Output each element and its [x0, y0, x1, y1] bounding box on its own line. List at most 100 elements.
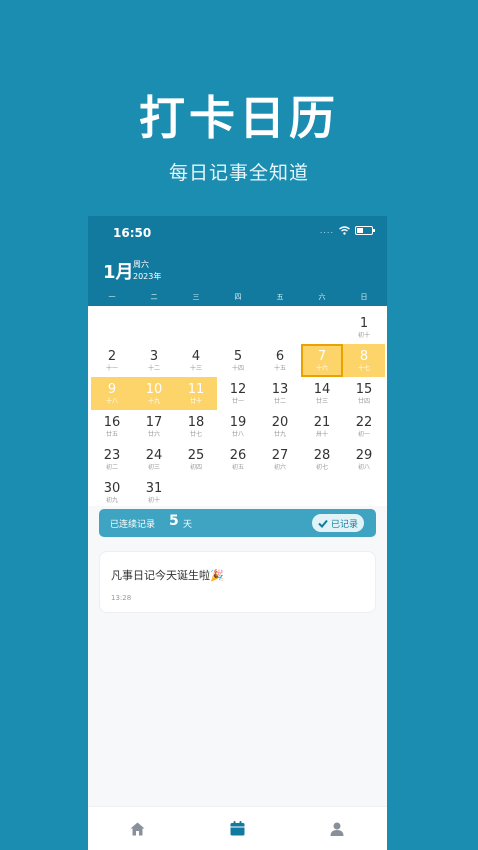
year-label: 2023年 [133, 272, 162, 281]
calendar-day-9[interactable]: 9 十八 [91, 377, 133, 410]
battery-icon [355, 226, 375, 235]
weekday-tue: 二 [150, 293, 158, 301]
day-number: 21 [313, 414, 331, 430]
calendar-day-19[interactable]: 19 廿八 [217, 410, 259, 443]
calendar-day-7[interactable]: 7 十六 [301, 344, 343, 377]
user-icon [330, 822, 344, 836]
calendar-day-26[interactable]: 26 初五 [217, 443, 259, 476]
month-label[interactable]: 1月 [103, 258, 134, 284]
calendar-day-2[interactable]: 2 十一 [91, 344, 133, 377]
lunar-date: 十一 [105, 364, 118, 372]
lunar-date: 十七 [357, 364, 370, 372]
day-number: 28 [313, 447, 331, 463]
lunar-date: 十三 [189, 364, 202, 372]
calendar-day-1[interactable]: 1 初十 [343, 311, 385, 344]
day-number: 7 [317, 348, 327, 364]
day-number: 8 [359, 348, 369, 364]
lunar-date: 初十 [147, 496, 160, 504]
check-icon [318, 519, 328, 528]
recorded-label: 已记录 [330, 519, 358, 530]
calendar-day-4[interactable]: 4 十三 [175, 344, 217, 377]
calendar-day-20[interactable]: 20 廿九 [259, 410, 301, 443]
lunar-date: 十五 [273, 364, 286, 372]
calendar-day-28[interactable]: 28 初七 [301, 443, 343, 476]
calendar-day-16[interactable]: 16 廿五 [91, 410, 133, 443]
calendar-day-31[interactable]: 31 初十 [133, 476, 175, 509]
calendar-day-24[interactable]: 24 初三 [133, 443, 175, 476]
calendar-day-10[interactable]: 10 十九 [133, 377, 175, 410]
day-number: 14 [313, 381, 331, 397]
entry-time: 13:28 [111, 594, 132, 602]
day-number: 16 [103, 414, 121, 430]
lunar-date: 廿七 [189, 430, 202, 438]
calendar-grid-panel: 1 初十 2 十一 3 十二 4 十三 5 十四 6 十五 7 十六 8 十七 9 十八 10 十九 11 廿十 12 廿一 1… [88, 306, 387, 506]
lunar-date: 初三 [147, 463, 160, 471]
day-number: 10 [145, 381, 163, 397]
lunar-date: 卅十 [315, 430, 328, 438]
calendar-day-22[interactable]: 22 初一 [343, 410, 385, 443]
calendar-day-3[interactable]: 3 十二 [133, 344, 175, 377]
weekday-label: 周六 [133, 260, 149, 269]
wifi-icon [339, 226, 350, 235]
calendar-header: 16:50 .... 1月 周六 2023年 一 二 三 四 五 六 日 [88, 216, 387, 306]
diary-entry-card[interactable]: 凡事日记今天诞生啦🎉 13:28 [99, 551, 376, 613]
day-number: 26 [229, 447, 247, 463]
tab-home[interactable] [88, 807, 188, 850]
lunar-date: 初四 [189, 463, 202, 471]
phone-screen: 16:50 .... 1月 周六 2023年 一 二 三 四 五 六 日 1 初十… [88, 216, 387, 850]
lunar-date: 廿四 [357, 397, 370, 405]
calendar-day-18[interactable]: 18 廿七 [175, 410, 217, 443]
calendar-day-6[interactable]: 6 十五 [259, 344, 301, 377]
calendar-day-27[interactable]: 27 初六 [259, 443, 301, 476]
calendar-day-5[interactable]: 5 十四 [217, 344, 259, 377]
lunar-date: 廿五 [105, 430, 118, 438]
calendar-empty-cell [133, 311, 175, 344]
calendar-empty-cell [175, 311, 217, 344]
lunar-date: 十九 [147, 397, 160, 405]
tab-calendar[interactable] [188, 807, 288, 850]
lunar-date: 廿六 [147, 430, 160, 438]
calendar-day-8[interactable]: 8 十七 [343, 344, 385, 377]
calendar-day-12[interactable]: 12 廿一 [217, 377, 259, 410]
calendar-icon [230, 821, 245, 836]
day-number: 4 [191, 348, 201, 364]
lunar-date: 初一 [357, 430, 370, 438]
signal-icon: .... [319, 226, 334, 235]
lunar-date: 初十 [357, 331, 370, 339]
lunar-date: 十六 [315, 364, 328, 372]
calendar-day-14[interactable]: 14 廿三 [301, 377, 343, 410]
calendar-grid: 1 初十 2 十一 3 十二 4 十三 5 十四 6 十五 7 十六 8 十七 9 十八 10 十九 11 廿十 12 廿一 1… [91, 311, 385, 509]
day-number: 1 [359, 315, 369, 331]
day-number: 30 [103, 480, 121, 496]
day-number: 11 [187, 381, 205, 397]
lunar-date: 初九 [105, 496, 118, 504]
lunar-date: 初八 [357, 463, 370, 471]
lunar-date: 廿十 [189, 397, 202, 405]
calendar-day-17[interactable]: 17 廿六 [133, 410, 175, 443]
lunar-date: 廿九 [273, 430, 286, 438]
entry-text: 凡事日记今天诞生啦🎉 [111, 569, 224, 582]
tab-profile[interactable] [287, 807, 387, 850]
calendar-day-30[interactable]: 30 初九 [91, 476, 133, 509]
day-number: 13 [271, 381, 289, 397]
calendar-empty-cell [301, 311, 343, 344]
weekday-row: 一 二 三 四 五 六 日 [91, 292, 385, 302]
calendar-day-11[interactable]: 11 廿十 [175, 377, 217, 410]
lunar-date: 初六 [273, 463, 286, 471]
calendar-day-29[interactable]: 29 初八 [343, 443, 385, 476]
calendar-day-13[interactable]: 13 廿二 [259, 377, 301, 410]
calendar-day-23[interactable]: 23 初二 [91, 443, 133, 476]
recorded-badge[interactable]: 已记录 [311, 514, 364, 532]
calendar-day-15[interactable]: 15 廿四 [343, 377, 385, 410]
weekday-sat: 六 [318, 293, 326, 301]
calendar-empty-cell [259, 311, 301, 344]
streak-unit: 天 [183, 520, 193, 530]
weekday-sun: 日 [360, 293, 368, 301]
day-number: 22 [355, 414, 373, 430]
streak-prefix: 已连续记录 [110, 520, 156, 530]
home-icon [130, 822, 145, 835]
lunar-date: 初七 [315, 463, 328, 471]
calendar-day-25[interactable]: 25 初四 [175, 443, 217, 476]
day-number: 29 [355, 447, 373, 463]
calendar-day-21[interactable]: 21 卅十 [301, 410, 343, 443]
